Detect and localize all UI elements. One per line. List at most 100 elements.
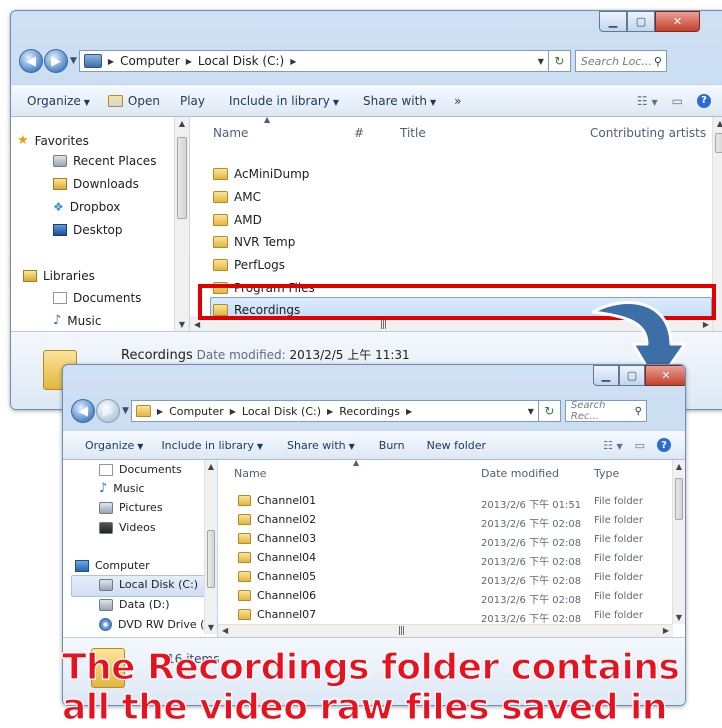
folder-row[interactable]: AMD: [213, 213, 262, 227]
organize-button[interactable]: Organize ▼: [27, 94, 90, 108]
nav-local-disk[interactable]: Local Disk (C:): [99, 578, 198, 591]
breadcrumb-recordings[interactable]: Recordings: [339, 405, 400, 418]
new-folder-button[interactable]: New folder: [427, 439, 486, 452]
folder-row[interactable]: AMC: [213, 190, 261, 204]
folder-name: AcMiniDump: [234, 167, 310, 181]
nav-computer[interactable]: Computer: [75, 559, 150, 572]
scroll-thumb[interactable]: [675, 478, 683, 520]
forward-button[interactable]: ▶: [44, 49, 68, 73]
breadcrumb-computer[interactable]: Computer: [120, 54, 180, 68]
share-with-button[interactable]: Share with ▼: [363, 94, 436, 108]
scroll-left-icon[interactable]: ◀: [222, 625, 228, 637]
view-options-button[interactable]: ☷ ▼: [637, 94, 658, 108]
scroll-right-icon[interactable]: ▶: [663, 625, 669, 637]
nav-documents[interactable]: Documents: [99, 463, 182, 476]
help-icon[interactable]: ?: [697, 93, 711, 108]
breadcrumb-computer[interactable]: Computer: [169, 405, 224, 418]
table-row[interactable]: Channel02: [238, 513, 316, 526]
scroll-up-icon[interactable]: ▲: [205, 462, 217, 471]
folder-row[interactable]: AcMiniDump: [213, 167, 309, 181]
column-title[interactable]: Title: [400, 126, 426, 140]
table-row[interactable]: Channel01: [238, 494, 316, 507]
nav-scrollbar[interactable]: ▲ ▼: [204, 460, 217, 634]
table-row[interactable]: Channel07: [238, 608, 316, 621]
back-button[interactable]: ◀: [19, 49, 43, 73]
include-in-library-button[interactable]: Include in library ▼: [229, 94, 339, 108]
scroll-up-icon[interactable]: ▲: [713, 119, 722, 128]
nav-pictures[interactable]: Pictures: [99, 501, 163, 514]
preview-pane-button[interactable]: ▭: [672, 94, 683, 108]
more-commands-button[interactable]: »: [454, 94, 461, 108]
nav-data-drive[interactable]: Data (D:): [99, 598, 170, 611]
nav-desktop[interactable]: Desktop: [53, 223, 123, 237]
scroll-down-icon[interactable]: ▼: [205, 623, 217, 632]
maximize-button[interactable]: ▢: [627, 11, 655, 32]
minimize-button[interactable]: ▁: [593, 365, 619, 386]
nav-libraries[interactable]: Libraries: [23, 269, 95, 283]
nav-videos[interactable]: Videos: [99, 521, 156, 534]
burn-button[interactable]: Burn: [379, 439, 405, 452]
address-dropdown-button[interactable]: ▼: [528, 407, 534, 416]
include-in-library-button[interactable]: Include in library ▼: [161, 439, 263, 452]
folder-row[interactable]: PerfLogs: [213, 258, 285, 272]
column-type[interactable]: Type: [594, 467, 619, 480]
nav-recent-places[interactable]: Recent Places: [53, 154, 156, 168]
preview-pane-button[interactable]: ▭: [635, 439, 645, 452]
nav-music[interactable]: ♪ Music: [53, 313, 101, 328]
address-bar[interactable]: ▶ Computer ▶ Local Disk (C:) ▶ Recording…: [130, 400, 539, 422]
maximize-button[interactable]: ▢: [619, 365, 645, 386]
refresh-icon[interactable]: ↻: [548, 50, 571, 72]
folder-row[interactable]: NVR Temp: [213, 235, 295, 249]
search-icon[interactable]: ⚲: [654, 55, 662, 68]
table-row[interactable]: Channel03: [238, 532, 316, 545]
back-button[interactable]: ◀: [71, 399, 95, 423]
nav-music[interactable]: ♪ Music: [99, 481, 145, 496]
nav-documents[interactable]: Documents: [53, 291, 141, 305]
share-with-button[interactable]: Share with ▼: [287, 439, 355, 452]
close-button[interactable]: ✕: [655, 11, 700, 32]
column-name[interactable]: Name: [213, 126, 248, 140]
help-icon[interactable]: ?: [657, 438, 671, 452]
scroll-thumb[interactable]: [715, 133, 722, 153]
close-button[interactable]: ✕: [645, 365, 685, 386]
nav-dvd-drive[interactable]: DVD RW Drive (E:: [99, 618, 215, 631]
nav-dropbox[interactable]: ❖ Dropbox: [53, 200, 120, 214]
horizontal-scrollbar[interactable]: ◀ ||| ▶: [218, 624, 673, 637]
column-contributing-artists[interactable]: Contributing artists: [590, 126, 706, 140]
organize-button[interactable]: Organize ▼: [85, 439, 143, 452]
forward-button[interactable]: ▶: [96, 399, 120, 423]
search-icon[interactable]: ⚲: [635, 406, 642, 417]
nav-favorites[interactable]: ★ Favorites: [17, 133, 89, 148]
search-input[interactable]: Search Loc... ⚲: [574, 50, 667, 72]
table-row[interactable]: Channel06: [238, 589, 316, 602]
table-row[interactable]: Channel04: [238, 551, 316, 564]
recent-pages-dropdown[interactable]: ▼: [122, 406, 129, 416]
address-dropdown-button[interactable]: ▼: [538, 57, 544, 66]
column-date-modified[interactable]: Date modified: [481, 467, 559, 480]
open-button[interactable]: Open: [107, 94, 160, 108]
table-row[interactable]: Channel05: [238, 570, 316, 583]
scroll-down-icon[interactable]: ▼: [175, 320, 189, 329]
column-name[interactable]: Name: [234, 467, 266, 480]
breadcrumb-local-disk[interactable]: Local Disk (C:): [198, 54, 284, 68]
refresh-icon[interactable]: ↻: [538, 400, 561, 422]
folder-icon: [238, 571, 251, 582]
include-in-library-label: Include in library: [161, 438, 254, 452]
view-options-button[interactable]: ☷ ▼: [603, 439, 623, 452]
play-button[interactable]: Play: [180, 94, 205, 108]
address-bar[interactable]: ▶ Computer ▶ Local Disk (C:) ▶ ▼: [78, 50, 549, 72]
column-number[interactable]: #: [354, 126, 364, 140]
scroll-up-icon[interactable]: ▲: [175, 119, 189, 128]
recent-pages-dropdown[interactable]: ▼: [70, 56, 77, 66]
scroll-thumb[interactable]: [207, 530, 215, 588]
scroll-up-icon[interactable]: ▲: [673, 462, 685, 471]
nav-scrollbar[interactable]: ▲ ▼: [174, 117, 189, 331]
scroll-thumb[interactable]: [177, 137, 187, 219]
nav-downloads[interactable]: Downloads: [53, 177, 139, 191]
minimize-button[interactable]: ▁: [599, 11, 627, 32]
scroll-grip-icon[interactable]: |||: [398, 625, 405, 637]
breadcrumb-local-disk[interactable]: Local Disk (C:): [242, 405, 321, 418]
search-input[interactable]: Search Rec... ⚲: [564, 400, 647, 422]
file-list-scrollbar[interactable]: ▲ ▼: [672, 460, 685, 624]
scroll-down-icon[interactable]: ▼: [673, 613, 685, 622]
